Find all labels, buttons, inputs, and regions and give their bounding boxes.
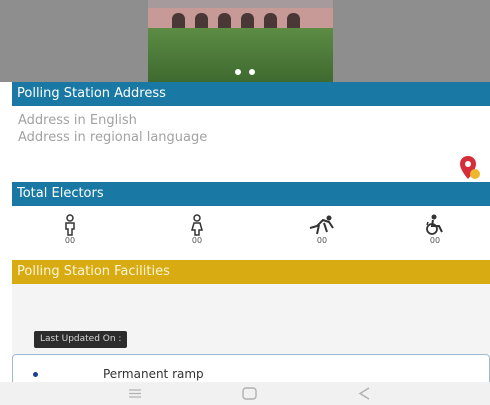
elector-female: 00 <box>177 214 217 254</box>
address-english: Address in English <box>18 113 137 128</box>
bullet-icon <box>33 372 38 377</box>
electors-section-header: Total Electors <box>12 182 490 206</box>
address-box: Address in English Address in regional l… <box>12 106 490 182</box>
elector-count: 00 <box>429 236 441 245</box>
electors-row: 00 00 00 00 <box>12 206 490 258</box>
male-voter-icon <box>65 214 75 236</box>
last-updated-label: Last Updated On : <box>34 331 128 348</box>
photo-carousel[interactable] <box>0 0 490 82</box>
app-screen: Polling Station Address Address in Engli… <box>0 0 490 405</box>
map-pin-icon[interactable] <box>459 155 481 181</box>
elector-disabled: 00 <box>415 214 455 254</box>
elector-count: 00 <box>316 236 328 245</box>
elector-male: 00 <box>50 214 90 254</box>
elector-third-gender: 00 <box>302 214 342 254</box>
address-regional: Address in regional language <box>18 130 208 145</box>
elector-count: 00 <box>64 236 76 245</box>
home-icon[interactable] <box>240 386 260 401</box>
system-navigation-bar <box>0 382 490 405</box>
carousel-indicator[interactable] <box>232 69 262 75</box>
recents-icon[interactable] <box>125 386 145 401</box>
facility-item: Permanent ramp <box>103 367 204 381</box>
third-gender-voter-icon <box>309 215 334 235</box>
female-voter-icon <box>191 214 203 236</box>
elector-count: 00 <box>191 236 203 245</box>
facilities-section-header: Polling Station Facilities <box>12 260 490 284</box>
carousel-dot[interactable] <box>235 69 241 75</box>
facilities-body: Last Updated On : <box>12 284 490 354</box>
back-icon[interactable] <box>355 386 375 401</box>
carousel-dot[interactable] <box>249 69 255 75</box>
disabled-voter-icon <box>426 214 443 235</box>
address-section-header: Polling Station Address <box>12 82 490 106</box>
